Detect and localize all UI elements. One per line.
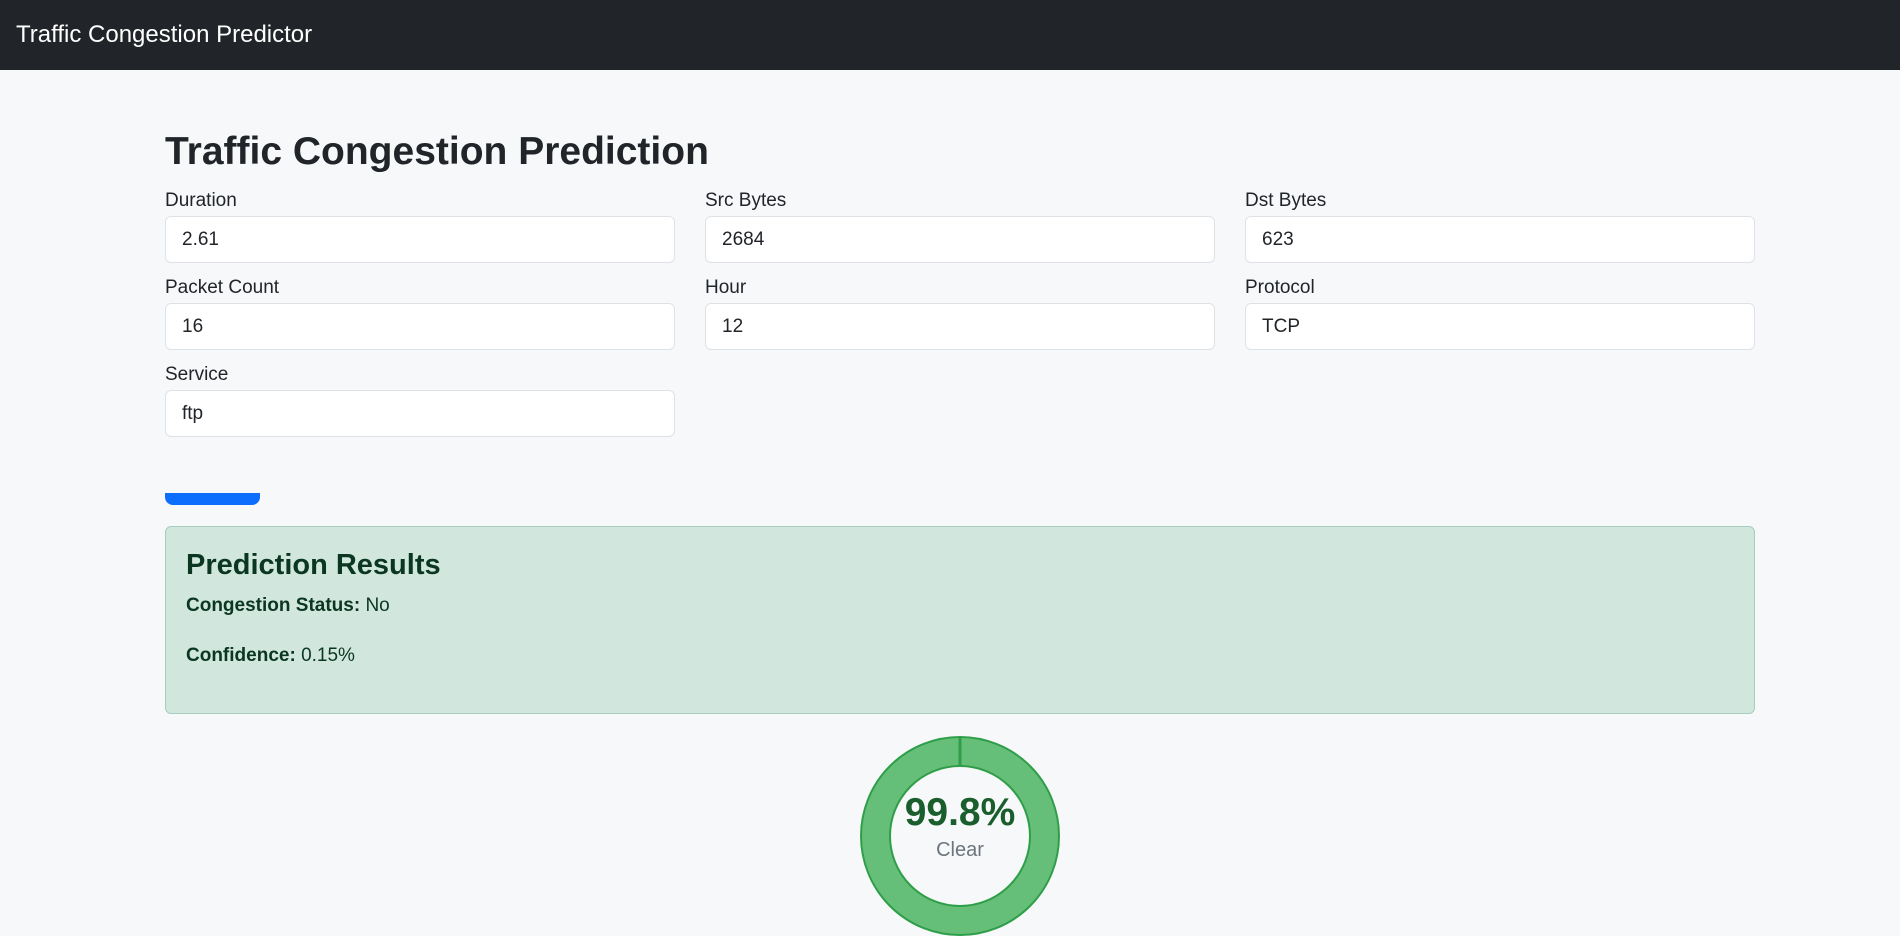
gauge-label: Clear (936, 839, 984, 861)
dst-bytes-label: Dst Bytes (1245, 190, 1327, 211)
protocol-input[interactable] (1245, 303, 1755, 350)
protocol-label: Protocol (1245, 277, 1315, 298)
congestion-status-label: Congestion Status: (186, 595, 361, 616)
results-title: Prediction Results (186, 549, 441, 581)
service-field: Service (165, 363, 675, 437)
duration-field: Duration (165, 189, 675, 263)
prediction-results-panel: Prediction Results Congestion Status: No… (165, 526, 1755, 714)
duration-input[interactable] (165, 216, 675, 263)
confidence-label: Confidence: (186, 645, 296, 666)
packet-count-label: Packet Count (165, 277, 280, 298)
hour-field: Hour (705, 276, 1215, 350)
predict-button[interactable] (165, 493, 260, 505)
navbar-brand[interactable]: Traffic Congestion Predictor (16, 21, 312, 49)
hour-input[interactable] (705, 303, 1215, 350)
navbar: Traffic Congestion Predictor (0, 0, 1900, 70)
confidence-gauge: 99.8% Clear (860, 736, 1060, 936)
confidence-line: Confidence: 0.15% (186, 645, 355, 667)
packet-count-field: Packet Count (165, 276, 675, 350)
dst-bytes-field: Dst Bytes (1245, 189, 1755, 263)
hour-label: Hour (705, 277, 747, 298)
gauge-ring (860, 736, 1060, 936)
congestion-status-line: Congestion Status: No (186, 595, 390, 617)
duration-label: Duration (165, 190, 237, 211)
src-bytes-field: Src Bytes (705, 189, 1215, 263)
gauge-fill-arc (862, 738, 1058, 934)
src-bytes-label: Src Bytes (705, 190, 787, 211)
dst-bytes-input[interactable] (1245, 216, 1755, 263)
gauge-value: 99.8% (904, 791, 1016, 834)
congestion-status-value: No (365, 595, 390, 616)
packet-count-input[interactable] (165, 303, 675, 350)
page-title: Traffic Congestion Prediction (165, 130, 709, 173)
service-input[interactable] (165, 390, 675, 437)
service-label: Service (165, 364, 229, 385)
protocol-field: Protocol (1245, 276, 1755, 350)
src-bytes-input[interactable] (705, 216, 1215, 263)
confidence-value: 0.15% (301, 645, 355, 666)
